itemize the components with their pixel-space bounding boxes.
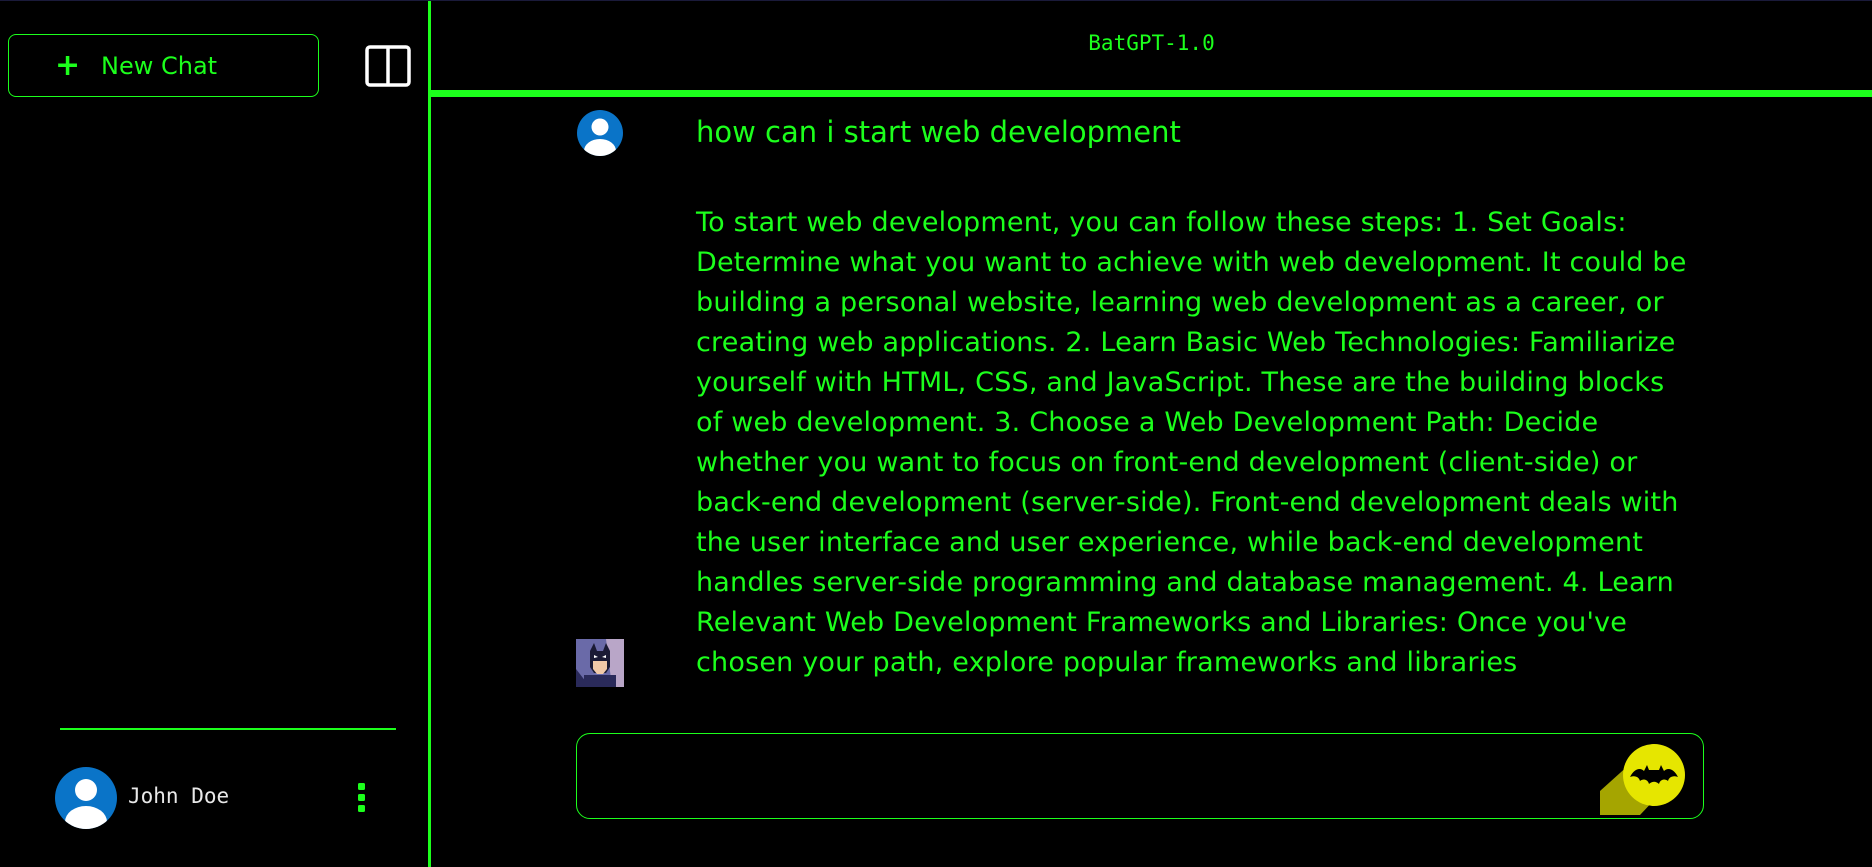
sidebar: + New Chat John Doe bbox=[0, 1, 428, 867]
chat-area[interactable]: how can i start web development To start… bbox=[431, 97, 1872, 727]
user-avatar-icon bbox=[577, 110, 623, 156]
header-underline bbox=[431, 90, 1872, 97]
user-avatar-icon[interactable] bbox=[54, 766, 118, 830]
kebab-menu-icon[interactable] bbox=[354, 781, 370, 815]
plus-icon: + bbox=[55, 47, 81, 83]
app-title: BatGPT-1.0 bbox=[1088, 31, 1215, 55]
message-input[interactable] bbox=[593, 754, 1573, 798]
bot-message: To start web development, you can follow… bbox=[696, 207, 1687, 678]
sidebar-toggle-icon[interactable] bbox=[365, 45, 411, 87]
batman-avatar-icon bbox=[576, 639, 624, 687]
user-name: John Doe bbox=[128, 784, 230, 808]
message-input-box[interactable] bbox=[576, 733, 1704, 819]
app-root: + New Chat John Doe BatGPT-1.0 how can i… bbox=[0, 0, 1872, 867]
new-chat-label: New Chat bbox=[101, 51, 218, 80]
sidebar-divider-line bbox=[60, 728, 396, 730]
new-chat-button[interactable]: + New Chat bbox=[8, 34, 319, 97]
bat-signal-icon[interactable] bbox=[1600, 743, 1688, 815]
user-message: how can i start web development bbox=[696, 115, 1181, 149]
